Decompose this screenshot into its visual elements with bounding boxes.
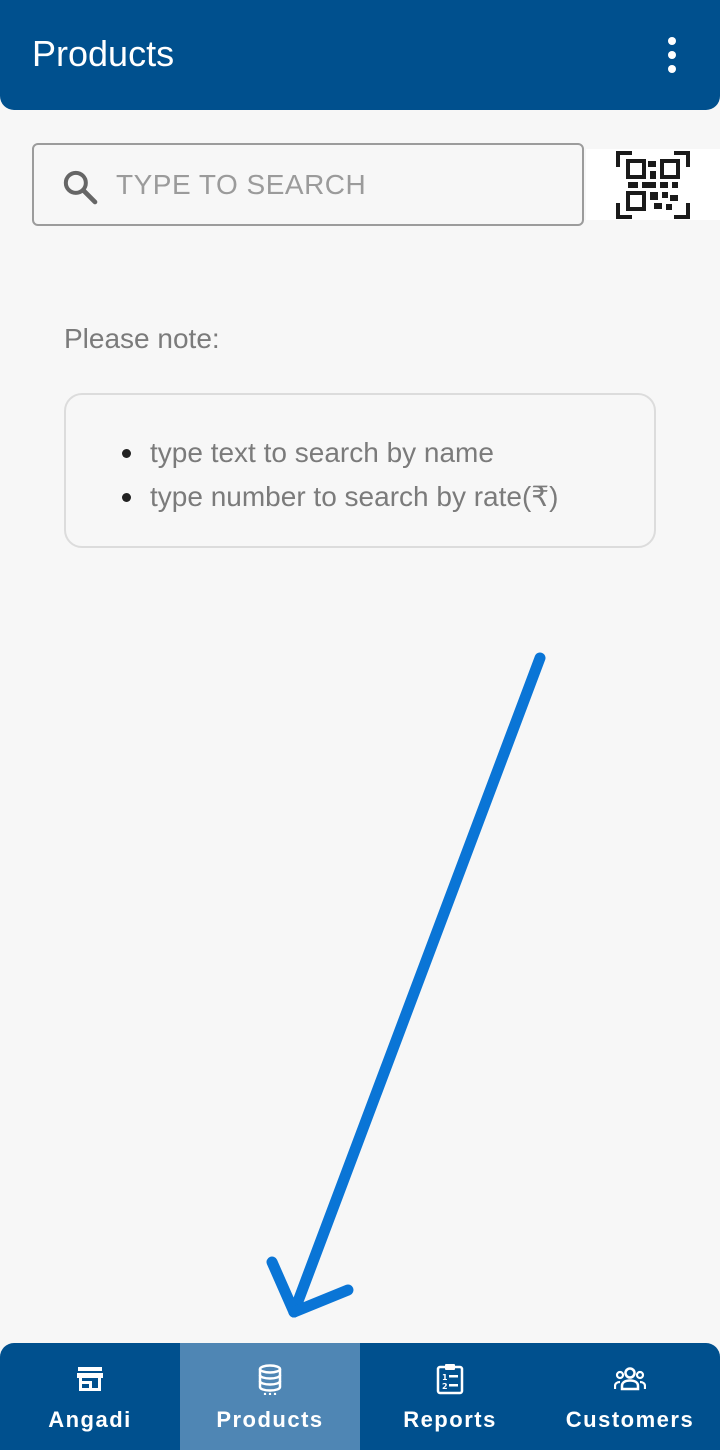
search-icon [63, 170, 98, 205]
search-field[interactable] [32, 143, 584, 226]
nav-item-reports[interactable]: 1 2 Reports [360, 1343, 540, 1450]
note-list: type text to search by name type number … [122, 431, 558, 519]
note-card: type text to search by name type number … [64, 393, 656, 548]
qr-scan-button[interactable] [586, 149, 720, 220]
more-vert-icon [668, 37, 676, 45]
nav-item-angadi[interactable]: Angadi [0, 1343, 180, 1450]
page-title: Products [32, 33, 175, 74]
database-icon [258, 1364, 282, 1395]
nav-label-customers: Customers [565, 1407, 695, 1432]
note-heading: Please note: [64, 323, 220, 354]
svg-text:1: 1 [442, 1373, 448, 1382]
overflow-menu-button[interactable] [648, 30, 696, 80]
note-item: type number to search by rate(₹) [122, 475, 558, 519]
qr-code-scan-icon [616, 151, 690, 219]
bottom-navigation: Angadi Products 1 2 Reports Customers [0, 1343, 720, 1450]
app-bar: Products [0, 0, 720, 110]
nav-item-customers[interactable]: Customers [540, 1343, 720, 1450]
more-vert-icon-dot [668, 65, 676, 73]
more-vert-icon-dot [668, 51, 676, 59]
nav-label-angadi: Angadi [48, 1407, 132, 1432]
clipboard-list-icon: 1 2 [436, 1364, 464, 1395]
search-input[interactable] [116, 161, 566, 209]
svg-text:2: 2 [442, 1382, 448, 1391]
note-item: type text to search by name [122, 431, 558, 475]
nav-label-products: Products [216, 1407, 324, 1432]
store-icon [77, 1367, 103, 1391]
nav-item-products[interactable]: Products [180, 1343, 360, 1450]
group-icon [614, 1367, 646, 1391]
nav-label-reports: Reports [403, 1407, 497, 1432]
products-screen: Products TYPE TO SEARCH Please note: typ… [0, 0, 720, 1450]
